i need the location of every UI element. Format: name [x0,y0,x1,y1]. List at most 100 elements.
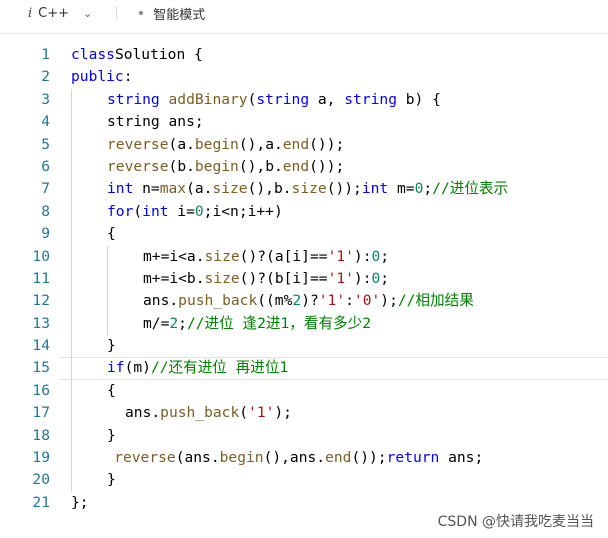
code-line[interactable]: 12 ans.push_back((m%2)?'1':'0');//相加结果 [0,290,608,313]
code-token: '1' [248,404,275,422]
code-token: string [107,90,160,108]
code-token: b. [177,157,195,175]
code-token: (),b. [247,180,292,198]
code-line[interactable]: 16 { [0,379,608,403]
code-token: } [107,337,116,355]
code-token: int [142,202,169,220]
toolbar-divider-line [0,33,608,34]
code-text: for(int i=0;i<n;i++) [107,201,283,223]
code-token: (a. [186,180,213,198]
code-token: if [107,359,125,377]
code-text: int n=max(a.size(),b.size());int m=0;//进… [107,178,508,200]
indent-guide [71,335,72,358]
code-token: string [256,90,310,108]
code-token: push_back [160,404,240,422]
code-line[interactable]: 9{ [0,223,608,246]
code-token: //还有进位 再进位1 [150,359,289,377]
indent-guide [71,469,72,492]
indent-guide [71,267,72,291]
code-text: { [107,223,116,245]
code-token: push_back [178,292,258,310]
code-text: string ans; [107,111,204,133]
code-token: int [361,180,389,198]
language-selector[interactable]: i C++ ⌄ [28,6,92,21]
code-line[interactable]: 1 classSolution { [0,44,608,66]
code-text: m+=i<a.size()?(a[i]=='1'):0; [143,246,389,268]
line-number: 8 [41,202,50,220]
code-token: reverse [114,449,176,467]
code-token: int [107,180,134,198]
code-token: ); [380,292,398,310]
code-line[interactable]: 17 ans.push_back('1'); [0,402,608,425]
code-token: ()); [309,157,345,175]
editor-toolbar: i C++ ⌄ 智能模式 [0,0,608,26]
code-line[interactable]: 14} [0,335,608,358]
code-text: m+=i<b.size()?(b[i]=='1'):0; [143,268,389,290]
code-token: 2 [292,292,302,310]
line-number: 7 [41,180,50,198]
code-editor[interactable]: 1 classSolution {2 public: 3 string addBinar… [0,44,608,514]
code-text: classSolution { [71,44,203,66]
line-number: 3 [41,90,50,108]
line-number: 18 [32,426,50,444]
code-token: size [291,180,327,198]
code-token: 0 [371,269,381,287]
code-token: a. [265,135,283,153]
code-token: ; [178,314,187,332]
code-line[interactable]: 19 reverse(ans.begin(),ans.end());return … [0,447,608,470]
indent-guide [71,223,72,246]
code-token: 2 [169,314,179,332]
code-token: addBinary [168,90,248,108]
code-line[interactable]: 3 string addBinary(string a, string b) { [0,88,608,112]
code-line[interactable]: 2 public: [0,66,608,88]
code-token: //进位表示 [432,180,509,198]
code-line[interactable]: 5 reverse(a.begin(),a.end()); [0,133,608,156]
indent-guide [107,312,108,336]
code-line[interactable]: 4 string ans; [0,111,608,134]
code-token: (m) [124,359,151,377]
indent-guide [71,402,72,425]
mode-label: 智能模式 [153,7,206,23]
indent-guide [71,178,72,201]
code-line[interactable]: 10 m+=i<a.size()?(a[i]=='1'):0; [0,245,608,268]
code-token: ( [168,157,178,175]
code-text: ans.push_back('1'); [125,402,292,424]
indent-guide [71,379,72,403]
code-line[interactable]: 20} [0,469,608,492]
line-number: 19 [32,449,50,467]
code-token: public [71,68,124,86]
indent-guide [71,312,72,336]
code-line[interactable]: 11 m+=i<b.size()?(b[i]=='1'):0; [0,267,608,291]
code-token: (), [238,157,266,175]
code-line[interactable]: 6 reverse(b.begin(),b.end()); [0,155,608,179]
code-line[interactable]: 18} [0,424,608,448]
code-token: //进位 逢2进1，看有多少2 [186,314,372,332]
indent-guide [71,357,72,380]
code-text: reverse(b.begin(),b.end()); [107,156,344,178]
indent-guide [71,133,72,156]
code-text: string addBinary(string a, string b) { [107,89,441,111]
code-text: { [107,380,116,402]
code-token: n= [133,180,160,198]
code-token: end [325,449,352,467]
code-token: : [123,68,133,86]
code-token: ; [380,247,390,265]
code-line[interactable]: 15 if(m)//还有进位 再进位1 [0,357,608,381]
code-token: ()?(b[i]== [239,269,328,287]
code-line[interactable]: 7 int n=max(a.size(),b.size());int m=0;//… [0,178,608,201]
code-token: max [159,180,187,198]
code-token: ;i<n;i++) [203,202,283,220]
code-line[interactable]: 13 m/=2;//进位 逢2进1，看有多少2 [0,312,608,336]
code-text: public: [71,66,133,88]
code-line[interactable]: 8 for(int i=0;i<n;i++) [0,200,608,224]
mode-selector[interactable]: 智能模式 [139,4,205,23]
code-token: ()); [309,135,345,153]
code-token: size [204,269,240,287]
code-token: i= [168,202,195,220]
code-token: begin [194,135,239,153]
mode-dot-icon [139,11,144,15]
line-number: 4 [41,113,50,131]
code-token: size [204,247,240,265]
code-token: b. [265,157,283,175]
code-token: ): [353,247,372,265]
